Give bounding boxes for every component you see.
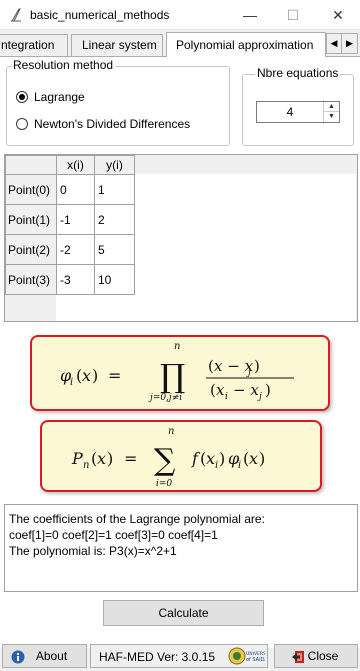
equations-spinbox[interactable]: 4 ▲ ▼ (256, 101, 340, 123)
svg-text:): ) (219, 449, 225, 468)
lagrange-label[interactable]: Lagrange (34, 90, 85, 104)
lagrange-radio[interactable] (16, 91, 28, 103)
svg-text:x: x (249, 449, 258, 468)
table-row: Point(3) -3 10 (5, 264, 135, 295)
row-header[interactable]: Point(0) (5, 174, 57, 205)
cell-y[interactable]: 10 (94, 264, 135, 295)
spin-up-icon[interactable]: ▲ (324, 102, 339, 112)
svg-text:): ) (265, 381, 271, 399)
grid-header-row: x(i) y(i) (5, 155, 135, 175)
svg-text:n: n (83, 460, 89, 471)
column-header-x[interactable]: x(i) (56, 155, 95, 175)
cell-x[interactable]: -2 (56, 234, 95, 265)
row-header[interactable]: Point(1) (5, 204, 57, 235)
version-label: HAF-MED Ver: 3.0.15 (99, 650, 216, 664)
app-icon (10, 8, 22, 25)
lagrange-basis-formula: φ i ( x ) = n ∏ j=0,j≠i ( x − x j ) ( x … (30, 335, 330, 411)
svg-text:(: ( (210, 381, 216, 399)
chevron-right-icon[interactable]: ▶ (342, 34, 357, 53)
result-line: The coefficients of the Lagrange polynom… (9, 512, 265, 526)
cell-x[interactable]: -1 (56, 204, 95, 235)
table-row: Point(0) 0 1 (5, 174, 135, 205)
svg-text:x: x (206, 449, 215, 468)
table-row: Point(1) -1 2 (5, 204, 135, 235)
tab-integration[interactable]: ntegration (0, 34, 68, 56)
svg-text:n: n (168, 426, 174, 437)
table-row: Point(2) -2 5 (5, 234, 135, 265)
svg-text:∏: ∏ (160, 357, 185, 395)
svg-text:=: = (124, 449, 137, 468)
column-header-y[interactable]: y(i) (94, 155, 135, 175)
svg-text:x: x (216, 381, 225, 399)
cell-x[interactable]: -3 (56, 264, 95, 295)
svg-text:=: = (108, 366, 121, 385)
newton-radio[interactable] (16, 118, 28, 130)
tab-label: Polynomial approximation (176, 38, 314, 52)
tab-linear-system[interactable]: Linear system (71, 34, 163, 56)
tab-strip: ntegration Linear system Polynomial appr… (0, 32, 360, 57)
svg-text:− x: − x (233, 381, 259, 399)
svg-text:i: i (225, 392, 228, 402)
svg-text:i: i (238, 460, 241, 471)
svg-text:P: P (71, 449, 83, 468)
result-line: The polynomial is: P3(x)=x^2+1 (9, 544, 177, 558)
svg-text:j=0,j≠i: j=0,j≠i (148, 393, 182, 403)
svg-text:i: i (215, 460, 218, 471)
tab-scroll-arrows: ◀ ▶ (326, 33, 358, 54)
cell-y[interactable]: 1 (94, 174, 135, 205)
formula-image: φ i ( x ) = n ∏ j=0,j≠i ( x − x j ) ( x … (30, 330, 330, 496)
cell-x[interactable]: 0 (56, 174, 95, 205)
chevron-left-icon[interactable]: ◀ (327, 34, 342, 53)
close-window-button[interactable]: ✕ (326, 4, 350, 26)
about-button[interactable]: About (2, 644, 87, 668)
tab-polynomial-approximation[interactable]: Polynomial approximation (166, 32, 326, 57)
exit-icon (291, 649, 305, 671)
svg-text:(: ( (208, 357, 214, 375)
calculate-button[interactable]: Calculate (103, 600, 264, 626)
resolution-method-legend: Resolution method (11, 58, 116, 72)
spin-down-icon[interactable]: ▼ (324, 112, 339, 122)
equations-legend: Nbre equations (255, 66, 341, 80)
svg-text:): ) (107, 449, 113, 468)
close-button[interactable]: Close (274, 644, 358, 668)
university-logo-icon: UNIVERSITY of SAIDA (227, 646, 273, 669)
lagrange-polynomial-formula: P n ( x ) = n ∑ i=0 f ( x i ) φ i ( x ) (40, 420, 322, 492)
svg-text:i: i (70, 377, 73, 388)
newton-label[interactable]: Newton's Divided Differences (34, 117, 190, 131)
equations-value[interactable]: 4 (257, 105, 323, 119)
svg-text:x: x (97, 449, 106, 468)
info-icon (11, 649, 25, 671)
svg-text:): ) (254, 357, 260, 375)
svg-text:n: n (174, 341, 180, 352)
svg-text:): ) (92, 366, 98, 385)
svg-text:of SAIDA: of SAIDA (246, 657, 265, 663)
close-label: Close (307, 649, 339, 663)
svg-text:): ) (259, 449, 265, 468)
result-line: coef[1]=0 coef[2]=1 coef[3]=0 coef[4]=1 (9, 528, 218, 542)
minimize-button[interactable]: — (238, 4, 262, 26)
svg-text:i=0: i=0 (156, 479, 172, 489)
title-bar: basic_numerical_methods — ☐ ✕ (0, 0, 360, 30)
svg-text:∑: ∑ (154, 443, 176, 478)
svg-text:x: x (82, 366, 91, 385)
version-panel: HAF-MED Ver: 3.0.15 UNIVERSITY of SAIDA (90, 644, 273, 669)
cell-y[interactable]: 5 (94, 234, 135, 265)
row-header[interactable]: Point(2) (5, 234, 57, 265)
cell-y[interactable]: 2 (94, 204, 135, 235)
maximize-button[interactable]: ☐ (281, 4, 305, 26)
about-label: About (35, 649, 68, 663)
tab-label: Linear system (82, 38, 157, 52)
result-textarea[interactable]: The coefficients of the Lagrange polynom… (4, 504, 358, 592)
points-table: x(i) y(i) Point(0) 0 1 Point(1) -1 2 Poi… (5, 155, 135, 295)
grid-corner (5, 155, 57, 175)
tab-label: ntegration (1, 38, 55, 52)
row-header[interactable]: Point(3) (5, 264, 57, 295)
window-title: basic_numerical_methods (30, 8, 170, 22)
resolution-method-group (6, 66, 230, 146)
